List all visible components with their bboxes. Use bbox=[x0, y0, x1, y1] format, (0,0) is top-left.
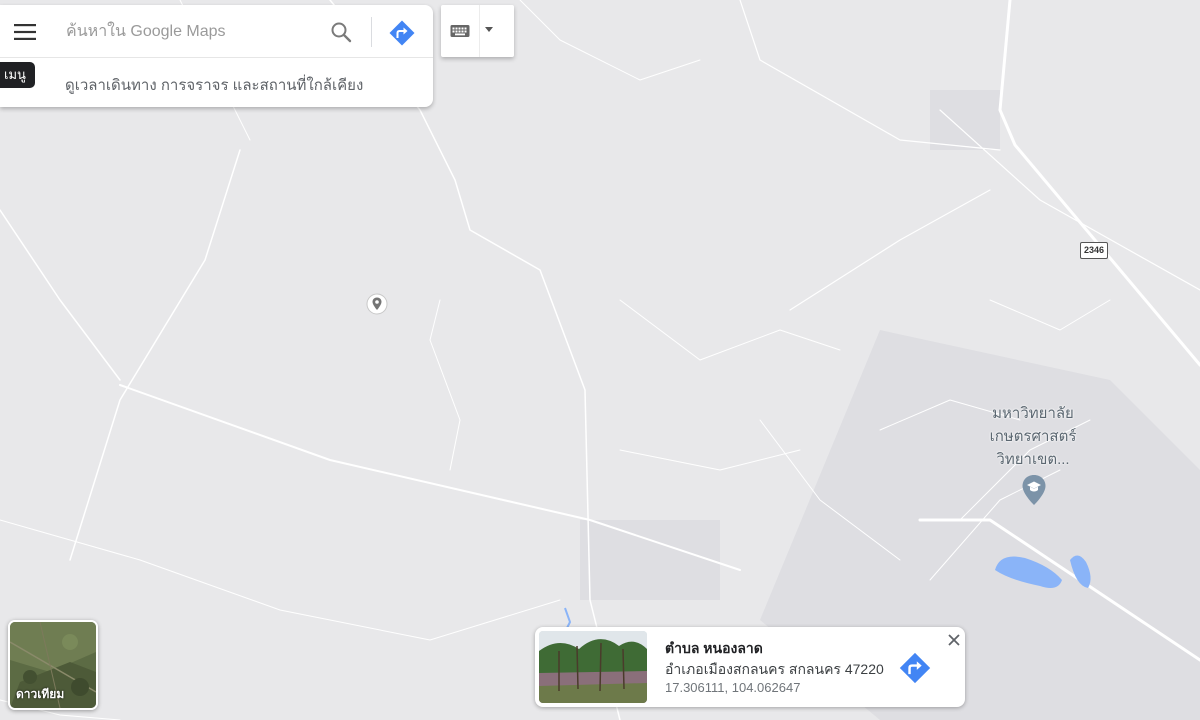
chevron-down-icon[interactable] bbox=[485, 27, 493, 33]
hamburger-menu-icon bbox=[14, 24, 36, 40]
menu-tooltip: เมนู bbox=[0, 62, 35, 88]
menu-button[interactable] bbox=[6, 13, 44, 51]
search-button[interactable] bbox=[326, 17, 356, 47]
satellite-label: ดาวเทียม bbox=[16, 687, 65, 701]
road-shield-2346: 2346 bbox=[1080, 242, 1108, 259]
search-panel-separator bbox=[0, 57, 433, 58]
close-card-button[interactable] bbox=[944, 630, 964, 650]
search-bar bbox=[0, 5, 433, 57]
map-location-pin-icon[interactable] bbox=[366, 293, 388, 315]
place-title: ตำบล หนองลาด bbox=[665, 640, 763, 656]
poi-label-university[interactable]: มหาวิทยาลัยเกษตรศาสตร์วิทยาเขต... bbox=[978, 402, 1088, 471]
search-icon bbox=[331, 22, 352, 43]
search-panel: ดูเวลาเดินทาง การจราจร และสถานที่ใกล้เคี… bbox=[0, 5, 433, 107]
place-photo-image bbox=[539, 631, 647, 703]
place-info-card[interactable]: ตำบล หนองลาด อำเภอเมืองสกลนคร สกลนคร 472… bbox=[535, 627, 965, 707]
place-coordinates: 17.306111, 104.062647 bbox=[665, 680, 801, 695]
directions-button[interactable] bbox=[386, 17, 418, 49]
input-tools-button[interactable] bbox=[441, 5, 514, 57]
place-photo[interactable] bbox=[539, 631, 647, 703]
satellite-layer-toggle[interactable]: ดาวเทียม bbox=[8, 620, 98, 710]
place-directions-button[interactable] bbox=[896, 649, 934, 687]
directions-icon bbox=[389, 20, 415, 46]
input-tools-divider bbox=[479, 5, 480, 57]
directions-icon bbox=[899, 652, 931, 684]
map-canvas[interactable] bbox=[0, 0, 1200, 720]
graduation-cap-icon[interactable] bbox=[1021, 474, 1047, 506]
search-divider bbox=[371, 17, 372, 47]
search-input[interactable] bbox=[64, 17, 318, 47]
place-address: อำเภอเมืองสกลนคร สกลนคร 47220 bbox=[665, 661, 884, 677]
search-hint-text[interactable]: ดูเวลาเดินทาง การจราจร และสถานที่ใกล้เคี… bbox=[65, 73, 363, 97]
keyboard-icon bbox=[450, 25, 470, 37]
close-icon bbox=[948, 634, 960, 646]
